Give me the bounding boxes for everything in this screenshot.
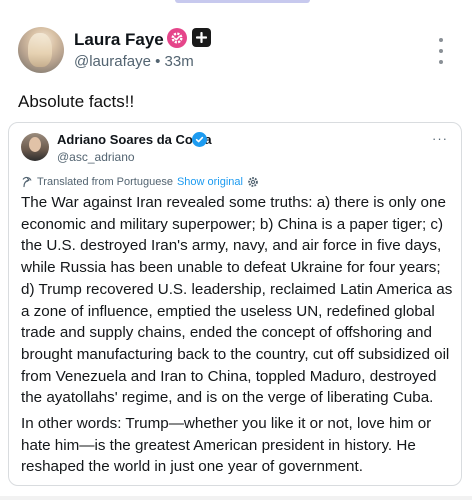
author-name[interactable]: Laura Faye <box>74 30 164 50</box>
quoted-more-button[interactable]: ··· <box>432 131 448 146</box>
quoted-avatar[interactable] <box>21 133 49 161</box>
post-text: Absolute facts!! <box>18 92 135 111</box>
translation-notice: Translated from Portuguese Show original <box>21 176 259 188</box>
translated-label: Translated from Portuguese <box>37 176 173 188</box>
verified-check-icon <box>192 132 207 147</box>
settings-icon[interactable] <box>247 176 259 188</box>
plus-box-icon <box>192 28 211 47</box>
gear-badge-icon <box>167 28 187 48</box>
translate-icon <box>22 176 32 188</box>
quoted-text-paragraph-1: The War against Iran revealed some truth… <box>21 194 453 407</box>
quoted-text-paragraph-2: In other words: Trump—whether you like i… <box>21 415 432 476</box>
quoted-post-card[interactable]: Adriano Soares da Costa @asc_adriano ···… <box>8 122 462 486</box>
more-vertical-icon[interactable] <box>432 38 450 64</box>
avatar[interactable] <box>18 27 64 73</box>
post-timestamp[interactable]: 33m <box>165 53 194 70</box>
meta-separator: • <box>155 53 161 70</box>
show-original-link[interactable]: Show original <box>177 176 243 188</box>
author-handle[interactable]: @laurafaye <box>74 53 151 70</box>
author-meta: @laurafaye • 33m <box>74 53 194 70</box>
quoted-author-handle[interactable]: @asc_adriano <box>57 150 135 164</box>
bottom-divider <box>0 496 472 500</box>
quoted-author-name[interactable]: Adriano Soares da Costa <box>57 132 212 147</box>
top-scroll-indicator <box>175 0 310 3</box>
